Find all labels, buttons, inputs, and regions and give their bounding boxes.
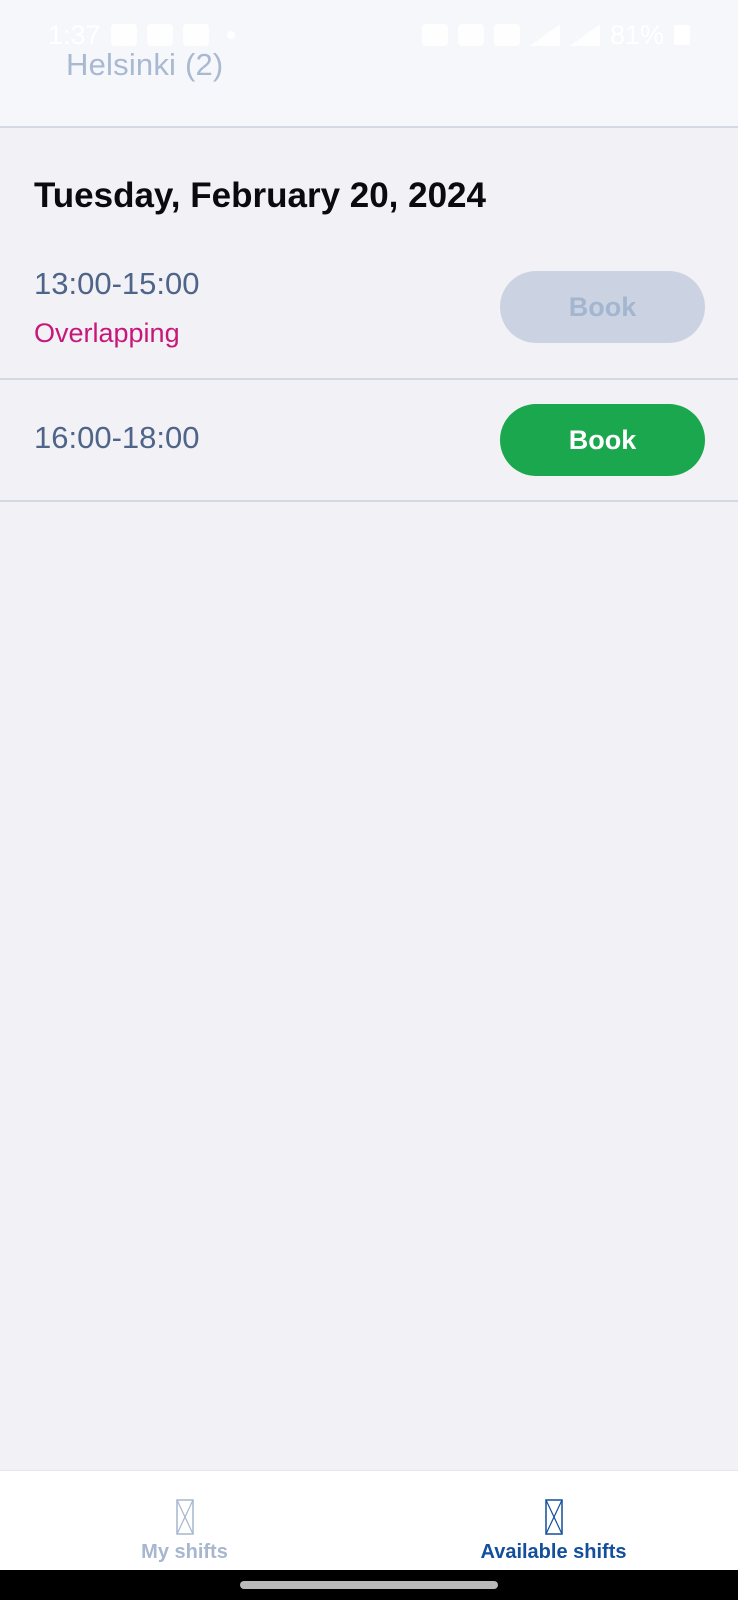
battery-icon [674, 25, 690, 45]
battery-percent: 81% [609, 19, 664, 50]
bottom-navigation: My shifts Available shifts [0, 1470, 738, 1570]
nav-available-shifts[interactable]: Available shifts [369, 1471, 738, 1571]
shift-row: 13:00-15:00 Overlapping Book [0, 250, 738, 380]
status-time: 1:37 [48, 19, 101, 50]
status-right: 81% [421, 19, 690, 51]
instagram-notification-icon [182, 24, 209, 46]
nav-label-my-shifts: My shifts [141, 1541, 228, 1563]
my-shifts-icon [175, 1499, 194, 1535]
shift-time: 16:00-18:00 [34, 420, 200, 455]
date-heading: Tuesday, February 20, 2024 [34, 176, 486, 215]
more-notifications-dot-icon [226, 31, 235, 39]
book-button-disabled[interactable]: Book [500, 271, 705, 343]
home-indicator[interactable] [240, 1581, 498, 1589]
signal-icon [529, 24, 560, 46]
signal-2-icon [569, 24, 600, 46]
system-navigation-bar [0, 1570, 738, 1600]
wifi-icon [493, 24, 520, 46]
mute-icon [457, 24, 484, 46]
youtube-notification-icon [146, 24, 173, 46]
overlap-warning: Overlapping [34, 318, 180, 348]
alarm-icon [421, 24, 448, 46]
shift-time: 13:00-15:00 [34, 266, 200, 301]
nav-my-shifts[interactable]: My shifts [0, 1471, 369, 1571]
shift-row: 16:00-18:00 Book [0, 380, 738, 502]
available-shifts-icon [544, 1499, 563, 1535]
book-button[interactable]: Book [500, 404, 705, 476]
status-bar: 1:37 81% [0, 0, 738, 70]
app-screen: Helsinki (2) 1:37 81% Tuesday, February … [0, 0, 738, 1600]
gallery-notification-icon [110, 24, 137, 46]
nav-label-available-shifts: Available shifts [480, 1541, 627, 1563]
status-left: 1:37 [48, 20, 235, 51]
